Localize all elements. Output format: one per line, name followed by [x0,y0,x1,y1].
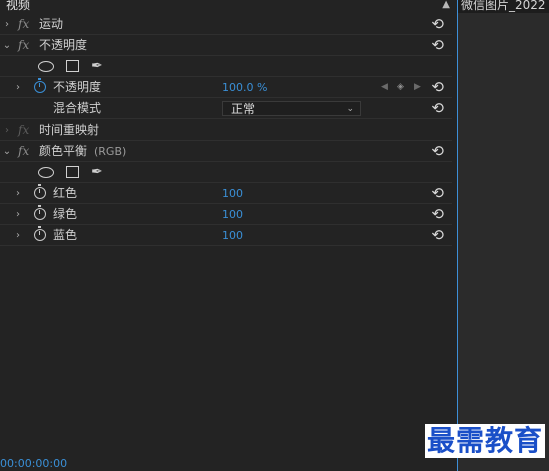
property-row-opacity[interactable]: › 不透明度 100.0 % ◀ ◈ ▶ ⟲ [0,77,452,98]
chevron-down-icon: ⌄ [346,104,354,114]
pen-mask-icon[interactable]: ✒ [91,162,103,183]
panel-footer [0,455,456,471]
stopwatch-icon[interactable] [34,205,46,220]
property-row-blue[interactable]: › 蓝色 100 ⟲ [0,225,452,246]
prev-keyframe-icon[interactable]: ◀ [381,77,388,98]
stopwatch-icon[interactable] [34,226,46,241]
reset-icon[interactable]: ⟲ [431,14,444,35]
effect-row-time-remap[interactable]: › fx 时间重映射 [0,120,452,141]
reset-icon[interactable]: ⟲ [431,35,444,56]
mask-tools-row: ✒ [0,162,452,183]
property-row-blend-mode[interactable]: 混合模式 正常 ⌄ ⟲ [0,98,452,119]
fx-icon[interactable]: fx [18,35,29,56]
reset-icon[interactable]: ⟲ [431,183,444,204]
property-label-blend-mode: 混合模式 [53,101,102,115]
fx-icon[interactable]: fx [18,14,29,35]
property-label-blue: 蓝色 [53,228,78,242]
blend-mode-value: 正常 [231,102,256,116]
current-timecode[interactable]: 00:00:00:00 [0,457,67,470]
pen-mask-icon[interactable]: ✒ [91,56,103,77]
rectangle-mask-icon[interactable] [66,60,79,72]
effect-label-color-balance: 颜色平衡 [39,144,88,158]
effect-label-time-remap: 时间重映射 [39,123,100,137]
chevron-down-icon[interactable]: ⌄ [2,35,12,56]
property-label-green: 绿色 [53,207,78,221]
effect-label-suffix: (RGB) [94,145,127,158]
opacity-value[interactable]: 100.0 % [222,77,267,98]
effect-row-motion[interactable]: › fx 运动 ⟲ [0,14,452,35]
chevron-right-icon[interactable]: › [2,120,12,141]
reset-icon[interactable]: ⟲ [431,204,444,225]
chevron-right-icon[interactable]: › [13,183,23,204]
stopwatch-icon[interactable] [34,78,46,93]
reset-icon[interactable]: ⟲ [431,141,444,162]
effect-row-color-balance[interactable]: ⌄ fx 颜色平衡 (RGB) ⟲ [0,141,452,162]
mask-tools-row: ✒ [0,56,452,77]
add-keyframe-icon[interactable]: ◈ [397,77,404,98]
effect-controls-panel: 视频 ▲ › fx 运动 ⟲ ⌄ fx 不透明度 ⟲ ✒ › 不透明度 100.… [0,0,456,471]
timeline-area[interactable]: 微信图片_2022 [457,0,549,471]
property-label-red: 红色 [53,186,78,200]
video-section-header: 视频 ▲ [0,0,456,13]
reset-icon[interactable]: ⟲ [431,77,444,98]
property-row-green[interactable]: › 绿色 100 ⟲ [0,204,452,225]
ellipse-mask-icon[interactable] [38,61,54,72]
video-section-title: 视频 [6,0,31,12]
chevron-right-icon[interactable]: › [13,77,23,98]
fx-icon: fx [18,123,30,137]
timeline-clip[interactable]: 微信图片_2022 [458,0,549,13]
stopwatch-icon[interactable] [34,184,46,199]
fx-icon[interactable]: fx [18,141,29,162]
watermark-logo: 最需教育 [425,424,546,458]
green-value[interactable]: 100 [222,204,243,225]
reset-icon[interactable]: ⟲ [431,98,444,119]
ellipse-mask-icon[interactable] [38,167,54,178]
red-value[interactable]: 100 [222,183,243,204]
chevron-right-icon[interactable]: › [13,204,23,225]
blue-value[interactable]: 100 [222,225,243,246]
next-keyframe-icon[interactable]: ▶ [414,77,421,98]
effect-label-opacity: 不透明度 [39,38,88,52]
reset-icon[interactable]: ⟲ [431,225,444,246]
chevron-right-icon[interactable]: › [2,14,12,35]
effect-row-opacity[interactable]: ⌄ fx 不透明度 ⟲ [0,35,452,56]
effect-label-motion: 运动 [39,17,64,31]
chevron-right-icon[interactable]: › [13,225,23,246]
property-row-red[interactable]: › 红色 100 ⟲ [0,183,452,204]
chevron-down-icon[interactable]: ⌄ [2,141,12,162]
rectangle-mask-icon[interactable] [66,166,79,178]
property-label-opacity: 不透明度 [53,80,102,94]
collapse-up-icon[interactable]: ▲ [442,0,450,10]
blend-mode-dropdown[interactable]: 正常 ⌄ [222,101,361,116]
